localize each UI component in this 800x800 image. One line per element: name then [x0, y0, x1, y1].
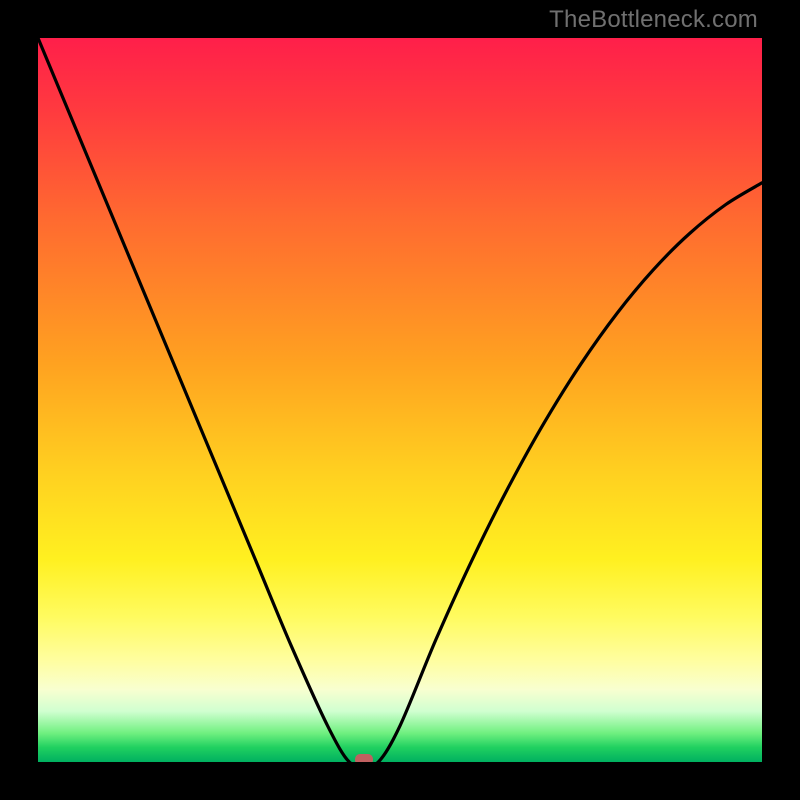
chart-frame: TheBottleneck.com [0, 0, 800, 800]
bottleneck-curve [38, 38, 762, 762]
watermark-text: TheBottleneck.com [549, 6, 758, 34]
plot-area [38, 38, 762, 762]
optimal-point-marker [355, 754, 373, 762]
